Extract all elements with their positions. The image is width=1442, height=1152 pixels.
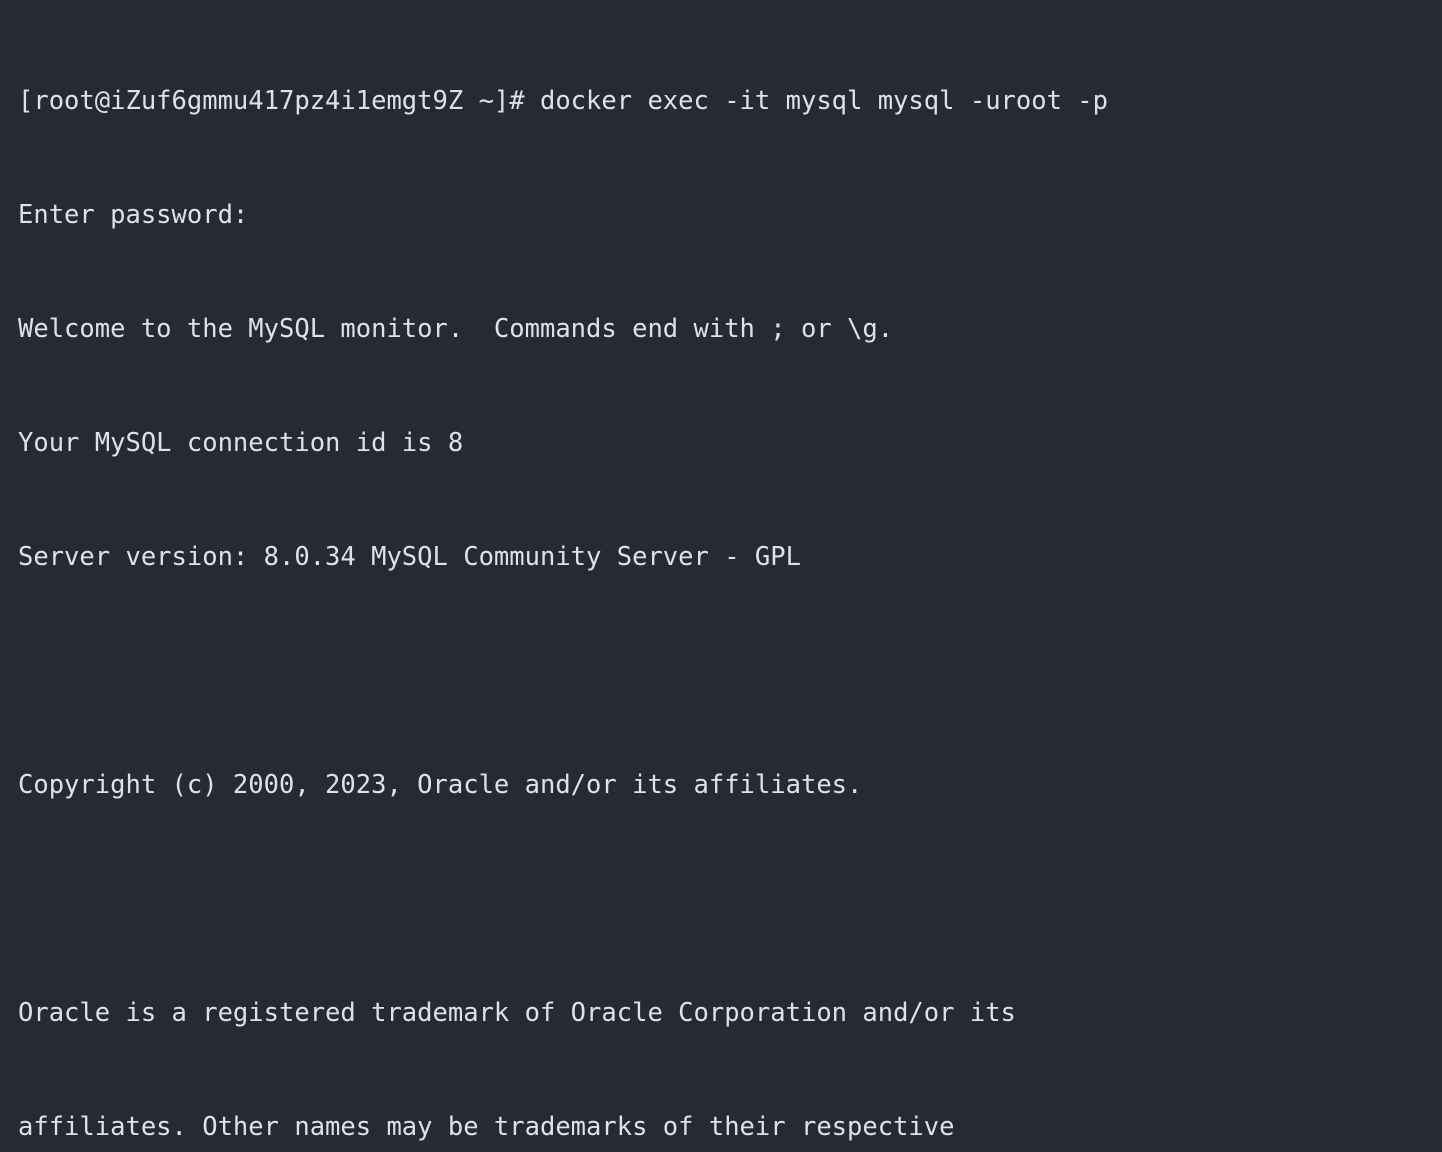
terminal-line-trademark-1: Oracle is a registered trademark of Orac…: [18, 998, 1016, 1028]
terminal-line-welcome: Welcome to the MySQL monitor. Commands e…: [18, 314, 894, 344]
terminal-line-connection-id: Your MySQL connection id is 8: [18, 428, 464, 458]
terminal-line-blank-1: [18, 652, 1442, 690]
terminal-line-command: [root@iZuf6gmmu417pz4i1emgt9Z ~]# docker…: [18, 86, 1109, 116]
terminal-line-trademark-2: affiliates. Other names may be trademark…: [18, 1112, 955, 1142]
terminal-line-server-version: Server version: 8.0.34 MySQL Community S…: [18, 542, 801, 572]
terminal-line-password-prompt: Enter password:: [18, 200, 249, 230]
terminal-line-copyright: Copyright (c) 2000, 2023, Oracle and/or …: [18, 770, 863, 800]
terminal-window[interactable]: [root@iZuf6gmmu417pz4i1emgt9Z ~]# docker…: [0, 0, 1442, 1142]
terminal-line-blank-2: [18, 880, 1442, 918]
